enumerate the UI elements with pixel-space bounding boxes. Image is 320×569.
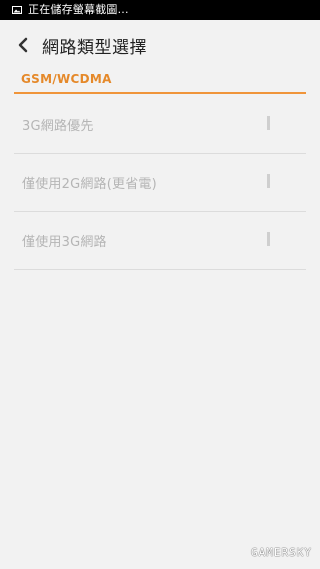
status-bar: 正在儲存螢幕截圖... xyxy=(0,0,320,20)
section-divider xyxy=(14,92,306,94)
radio-indicator[interactable] xyxy=(267,174,270,188)
page-title: 網路類型選擇 xyxy=(42,37,147,58)
option-3g-only[interactable]: 僅使用3G網路 xyxy=(14,212,306,270)
option-label: 僅使用2G網路(更省電) xyxy=(22,177,157,192)
status-text: 正在儲存螢幕截圖... xyxy=(28,3,129,16)
watermark: GAMERSKY xyxy=(251,546,312,559)
option-2g-only[interactable]: 僅使用2G網路(更省電) xyxy=(14,154,306,212)
option-label: 3G網路優先 xyxy=(22,119,94,134)
option-label: 僅使用3G網路 xyxy=(22,235,107,250)
section-label: GSM/WCDMA xyxy=(21,72,112,86)
radio-indicator[interactable] xyxy=(267,232,270,246)
option-3g-preferred[interactable]: 3G網路優先 xyxy=(14,96,306,154)
chevron-left-icon xyxy=(18,37,28,53)
header: 網路類型選擇 xyxy=(0,20,320,70)
back-button[interactable] xyxy=(8,30,38,60)
network-type-list: 3G網路優先 僅使用2G網路(更省電) 僅使用3G網路 xyxy=(14,96,306,270)
screenshot-icon xyxy=(12,6,22,14)
radio-indicator[interactable] xyxy=(267,116,270,130)
